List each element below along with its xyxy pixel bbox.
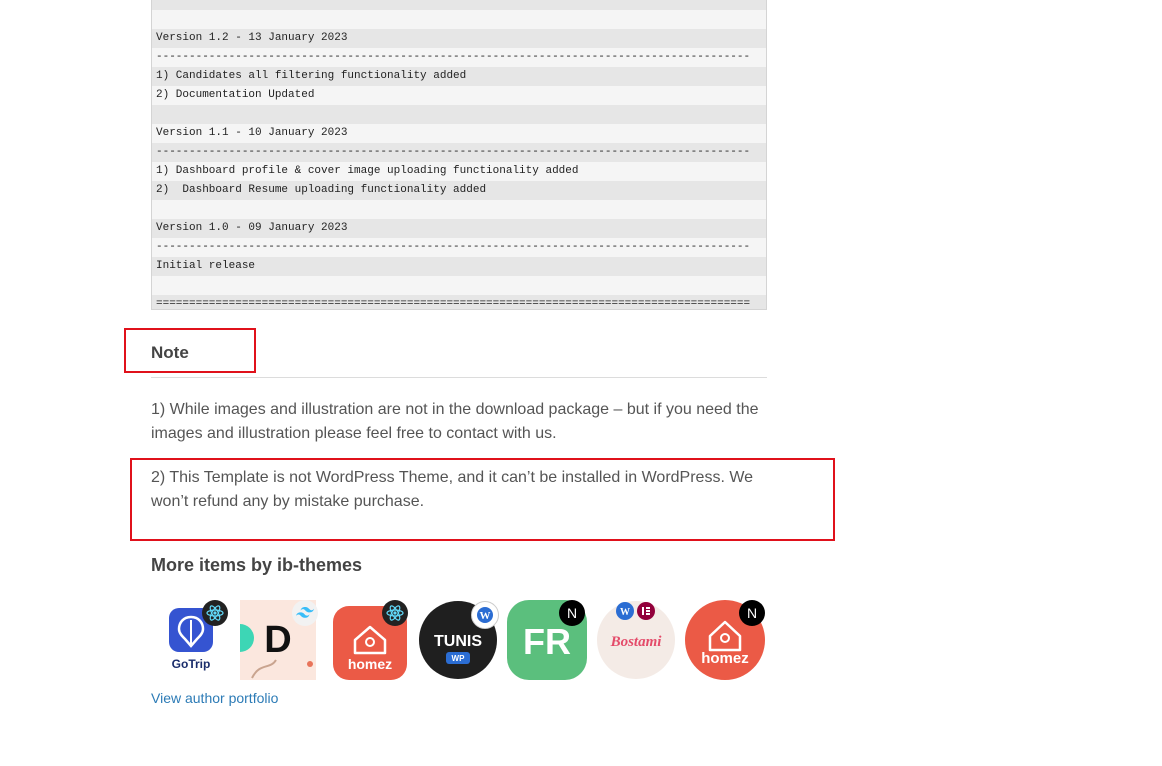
thumb-label: FR [523,621,571,662]
svg-text:N: N [567,605,577,621]
changelog-line: Version 1.0 - 09 January 2023 [152,219,766,238]
svg-text:N: N [747,605,757,621]
note-heading: Note [151,343,189,362]
changelog-line: ----------------------------------------… [152,48,766,67]
bostami-logo-icon: Bostami [597,601,675,679]
item-thumbnail-tunis[interactable]: TUNIS WP W [418,600,499,680]
svg-text:W: W [480,610,491,622]
wordpress-icon: W [616,602,634,620]
thumb-label: homez [701,650,749,667]
changelog-line: 1) Candidates all filtering functionalit… [152,67,766,86]
changelog-line [152,105,766,124]
more-items-heading: More items by ib-themes [151,555,363,575]
react-icon [382,600,408,626]
item-thumbnail-gotrip[interactable]: GoTrip [151,600,231,680]
item-thumbnail-bostami[interactable]: Bostami W [596,600,676,680]
note-item-1: 1) While images and illustration are not… [151,401,759,442]
item-thumbnail-fr[interactable]: FR N [507,600,587,680]
note-title-highlight-box [124,328,256,373]
changelog-line [152,276,766,295]
changelog-code-block: Version 1.2 - 13 January 2023 ----------… [151,0,767,310]
changelog-line: ========================================… [152,295,766,309]
tailwind-icon [292,600,318,626]
thumb-label: D [264,619,291,661]
item-thumbnail-d[interactable]: D [240,600,320,680]
changelog-line: 2) Dashboard Resume uploading functional… [152,181,766,200]
view-author-portfolio-link[interactable]: View author portfolio [151,690,278,706]
changelog-line [152,0,766,10]
changelog-line [152,10,766,29]
thumb-label: homez [348,656,392,672]
thumb-sublabel: WP [452,654,466,663]
more-items-thumbnails: GoTrip D homez TUNIS WP W FR N Bostami W… [151,600,771,682]
changelog-line: Version 1.1 - 10 January 2023 [152,124,766,143]
item-thumbnail-homez-next[interactable]: homez N [685,600,765,680]
changelog-line: 1) Dashboard profile & cover image uploa… [152,162,766,181]
item-thumbnail-homez[interactable]: homez [333,600,413,680]
wordpress-icon: W [471,601,499,629]
changelog-line [152,200,766,219]
changelog-line: Initial release [152,257,766,276]
note-divider [151,377,767,378]
note-item-2: 2) This Template is not WordPress Theme,… [151,469,754,510]
thumb-label: GoTrip [172,657,211,671]
nextjs-icon: N [559,600,585,626]
thumb-label: TUNIS [434,633,482,650]
svg-text:W: W [620,607,630,618]
changelog-line: ----------------------------------------… [152,238,766,257]
thumb-label: Bostami [610,634,663,650]
nextjs-icon: N [739,600,765,626]
elementor-icon [637,602,655,620]
changelog-line: Version 1.2 - 13 January 2023 [152,29,766,48]
changelog-line: ----------------------------------------… [152,143,766,162]
react-icon [202,600,228,626]
changelog-line: 2) Documentation Updated [152,86,766,105]
